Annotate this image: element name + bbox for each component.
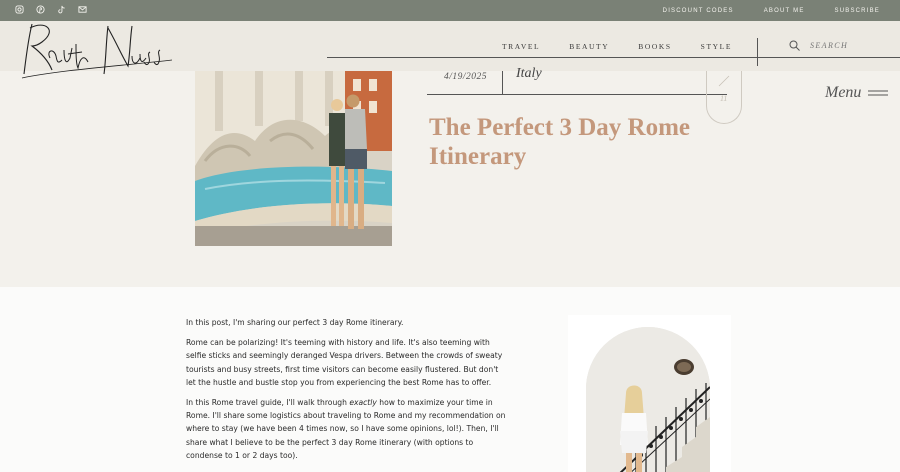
about-me-link[interactable]: ABOUT ME	[764, 8, 805, 14]
menu-label: Menu	[825, 84, 862, 101]
nav-beauty[interactable]: BEAUTY	[569, 42, 609, 51]
tiktok-icon[interactable]	[57, 5, 66, 14]
discount-codes-link[interactable]: DISCOUNT CODES	[663, 8, 734, 14]
post-title: The Perfect 3 Day Rome Itinerary	[429, 114, 691, 170]
pill-number: 11	[720, 94, 728, 103]
search-box	[789, 40, 890, 51]
nav-style[interactable]: STYLE	[701, 42, 732, 51]
article-paragraph: Rome can be polarizing! It's teeming wit…	[186, 338, 503, 387]
emphasis-text: exactly	[349, 398, 377, 408]
menu-toggle[interactable]: Menu	[825, 84, 889, 102]
meta-divider	[427, 94, 727, 95]
article-paragraph: In this post, I'm sharing our perfect 3 …	[186, 318, 404, 327]
article-paragraph: In this Rome travel guide, I'll walk thr…	[186, 396, 508, 462]
site-logo[interactable]	[20, 20, 175, 80]
instagram-icon[interactable]	[15, 5, 24, 14]
header-divider	[327, 57, 900, 58]
subscribe-link[interactable]: SUBSCRIBE	[835, 8, 880, 14]
nav-books[interactable]: BOOKS	[638, 42, 671, 51]
author-photo	[586, 327, 710, 472]
search-icon[interactable]	[789, 40, 800, 51]
post-category[interactable]: Italy	[516, 66, 542, 82]
email-icon[interactable]	[78, 5, 87, 14]
paragraph-text: how to maximize your time in Rome. I'll …	[186, 398, 506, 460]
paragraph-text: In this Rome travel guide, I'll walk thr…	[186, 398, 350, 408]
hero-image-trevi-fountain	[195, 71, 392, 246]
main-nav: TRAVEL BEAUTY BOOKS STYLE	[502, 21, 761, 71]
hamburger-icon	[868, 90, 889, 96]
search-divider	[757, 38, 758, 66]
pinterest-icon[interactable]	[36, 5, 45, 14]
search-input[interactable]	[810, 41, 890, 50]
nav-travel[interactable]: TRAVEL	[502, 42, 540, 51]
top-bar: DISCOUNT CODES ABOUT ME SUBSCRIBE	[0, 0, 900, 21]
social-icons	[15, 5, 87, 14]
category-divider	[502, 71, 503, 94]
top-links: DISCOUNT CODES ABOUT ME SUBSCRIBE	[663, 0, 880, 21]
post-date: 4/19/2025	[444, 72, 488, 82]
article-body: In this post, I'm sharing our perfect 3 …	[186, 316, 508, 469]
slash-icon	[718, 75, 730, 87]
